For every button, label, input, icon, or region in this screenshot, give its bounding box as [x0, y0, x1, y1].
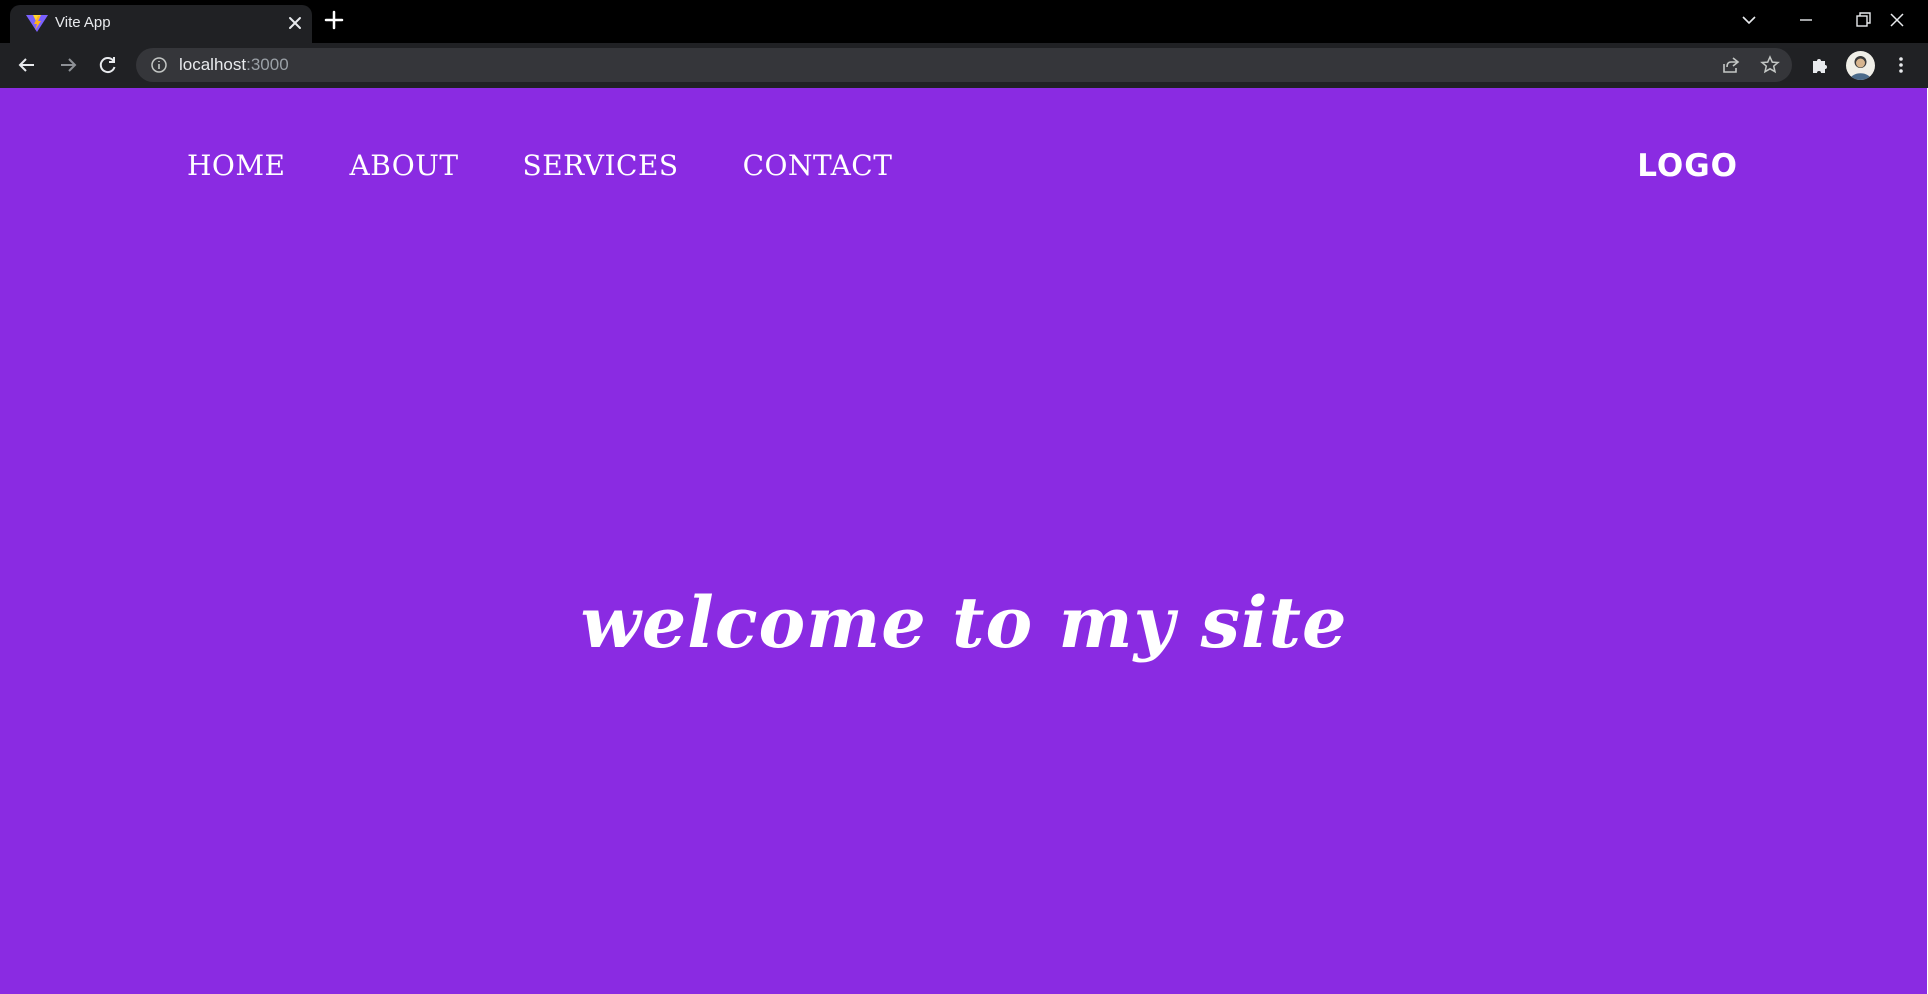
reload-icon — [99, 57, 116, 74]
site-logo[interactable]: LOGO — [1637, 146, 1738, 186]
url-port: :3000 — [246, 55, 289, 74]
extensions-button[interactable] — [1806, 51, 1834, 79]
reload-button[interactable] — [94, 51, 122, 79]
tab-title: Vite App — [55, 14, 111, 31]
nav-about-link[interactable]: ABOUT — [349, 146, 458, 186]
star-icon[interactable] — [1760, 55, 1780, 75]
minimize-icon — [1800, 19, 1812, 21]
main-nav: HOME ABOUT SERVICES CONTACT — [187, 146, 892, 186]
tab-bar: Vite App — [0, 0, 1928, 43]
close-icon — [1890, 13, 1904, 27]
info-icon[interactable] — [150, 56, 168, 74]
page-content: HOME ABOUT SERVICES CONTACT LOGO welcome… — [0, 88, 1928, 994]
restore-icon — [1856, 12, 1871, 27]
arrow-right-icon — [61, 58, 77, 72]
restore-button[interactable] — [1848, 6, 1878, 34]
kebab-menu-icon — [1899, 57, 1903, 73]
arrow-left-icon — [18, 58, 34, 72]
nav-services-link[interactable]: SERVICES — [523, 146, 679, 186]
puzzle-icon — [1813, 59, 1827, 73]
browser-window: Vite App localhost:3000 HOME ABOUT SERVI… — [0, 0, 1928, 994]
share-icon[interactable] — [1721, 55, 1741, 75]
url-host: localhost — [179, 55, 247, 74]
vite-favicon-icon — [26, 15, 48, 32]
url-text[interactable]: localhost:3000 — [179, 55, 289, 75]
hero-headline: welcome to my site — [580, 581, 1348, 664]
tab-close-icon[interactable] — [286, 14, 304, 32]
chevron-down-icon — [1742, 16, 1756, 25]
browser-menu-button[interactable] — [1887, 51, 1915, 79]
active-tab[interactable]: Vite App — [10, 5, 312, 43]
forward-button[interactable] — [54, 51, 82, 79]
nav-contact-link[interactable]: CONTACT — [743, 146, 893, 186]
tab-search-button[interactable] — [1734, 6, 1764, 34]
new-tab-plus-icon[interactable] — [323, 9, 345, 31]
profile-avatar-icon — [1850, 56, 1871, 80]
minimize-button[interactable] — [1791, 6, 1821, 34]
close-window-button[interactable] — [1882, 6, 1912, 34]
avatar[interactable] — [1846, 51, 1875, 80]
address-bar[interactable]: localhost:3000 — [136, 48, 1792, 82]
browser-toolbar: localhost:3000 — [0, 43, 1928, 88]
browser-chrome: Vite App localhost:3000 — [0, 0, 1928, 88]
nav-home-link[interactable]: HOME — [187, 146, 285, 186]
back-button[interactable] — [13, 51, 41, 79]
